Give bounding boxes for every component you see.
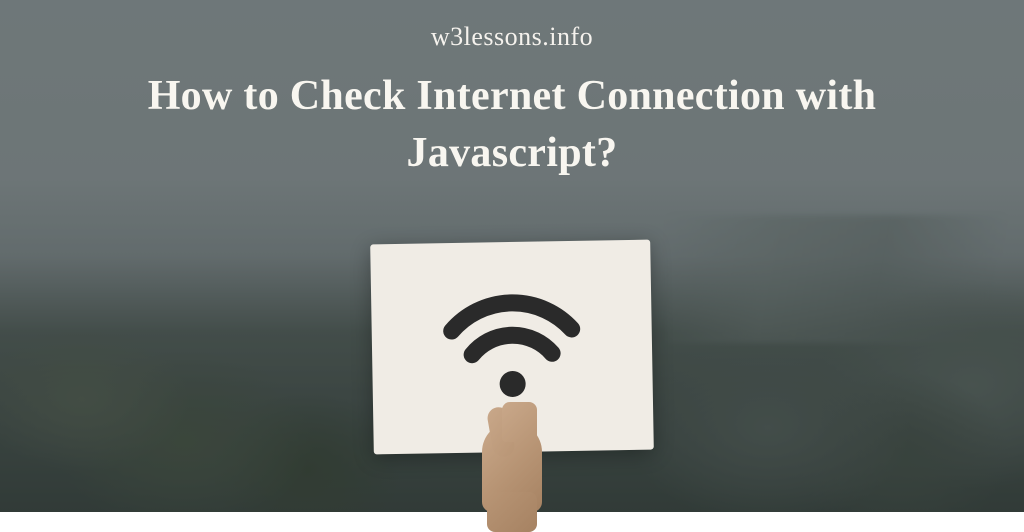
card-and-hand <box>372 242 652 512</box>
wifi-icon <box>436 281 588 414</box>
article-title: How to Check Internet Connection with Ja… <box>52 68 972 181</box>
hand-holding-card <box>467 402 557 512</box>
hand-fingers <box>502 402 537 442</box>
hand-palm <box>482 422 542 512</box>
hand-wrist <box>487 492 537 532</box>
site-name: w3lessons.info <box>431 22 593 52</box>
